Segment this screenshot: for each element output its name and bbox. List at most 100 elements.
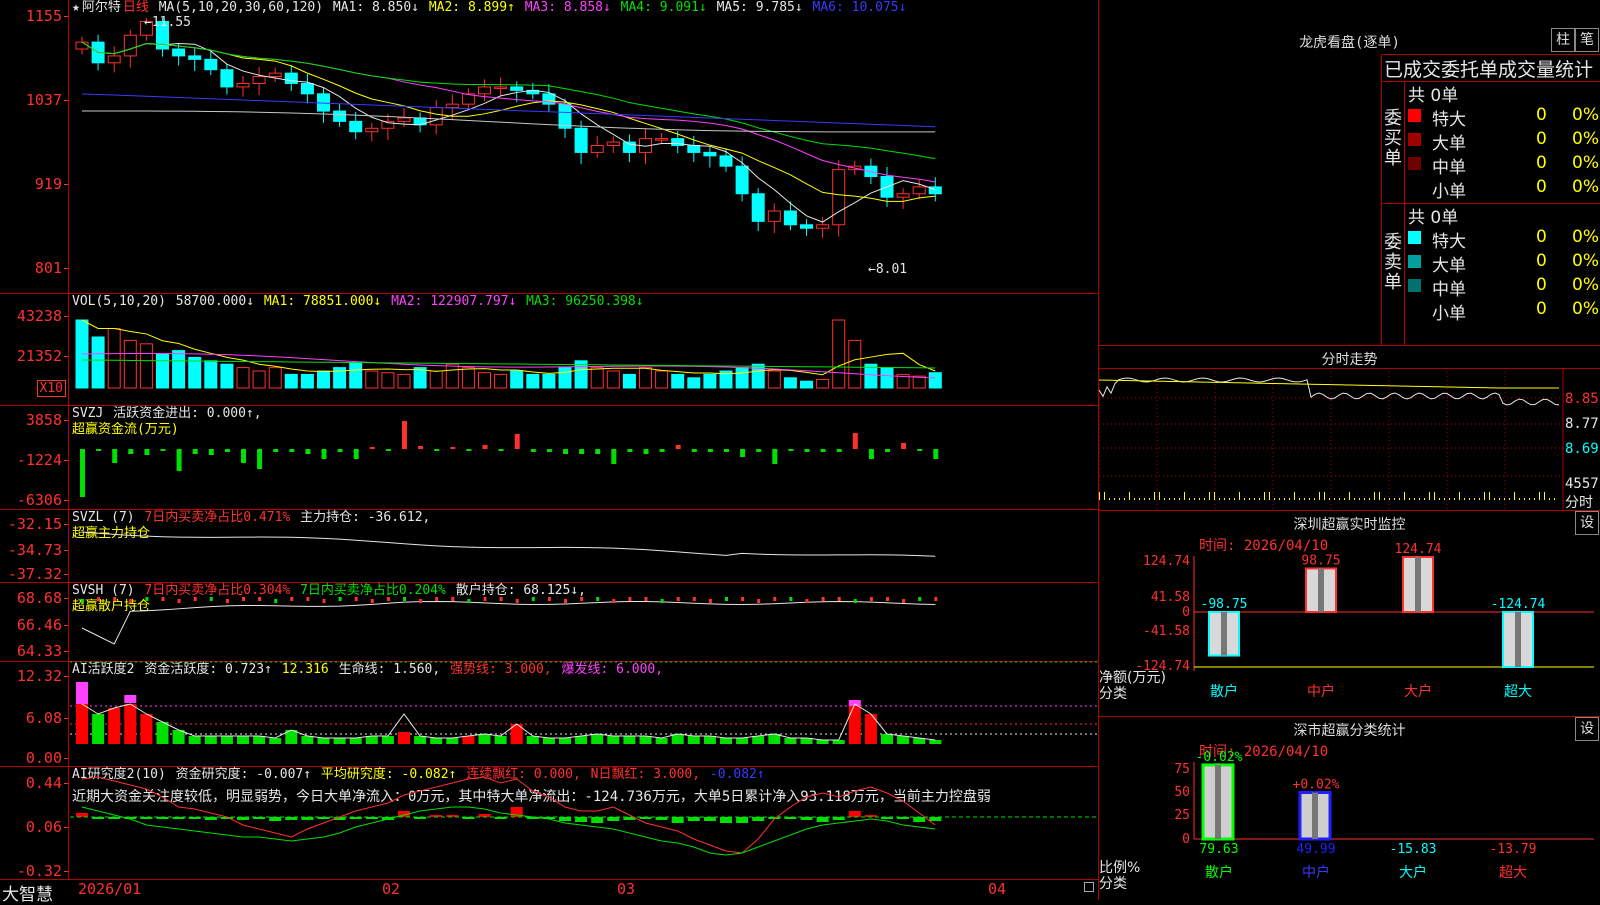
ts-vol-bar: [1524, 498, 1525, 500]
activity-bar: [269, 738, 282, 744]
retail-tick: [660, 599, 664, 603]
ai-research-panel[interactable]: 0.44 0.06 -0.32 AI研究度2(10) 资金研究度: -0.007…: [0, 767, 1098, 880]
ts-vol-bar: [1504, 498, 1505, 500]
candle: [300, 82, 314, 95]
value-label: 79.63: [1199, 842, 1238, 857]
svsh-panel[interactable]: 68.68 66.46 64.33 SVSH (7) 7日内买卖净占比0.304…: [0, 583, 1098, 662]
value-label: -13.79: [1490, 842, 1537, 857]
flow-bar: [659, 449, 665, 452]
percent-label: -0.02%: [1196, 750, 1243, 765]
flow-bar: [917, 449, 923, 451]
activity-bar: [398, 732, 410, 744]
column-toggle-button[interactable]: 柱: [1551, 28, 1575, 52]
volume-bar: [558, 367, 572, 389]
ts-vol-bar: [1464, 498, 1465, 500]
buy-total: 共 0单: [1408, 86, 1459, 106]
candle: [494, 86, 508, 89]
ts-vol-bar: [1184, 492, 1185, 500]
flow-bar: [80, 449, 85, 497]
retail-tick: [81, 599, 84, 603]
retail-tick: [225, 599, 229, 603]
flow-bar: [514, 434, 520, 449]
research-bar: [703, 817, 716, 821]
candle: [204, 58, 218, 71]
classify-panel[interactable]: 深市超赢分类统计 设 时间: 2026/04/10 75 50 25 0 -0.02% 7…: [1099, 717, 1600, 900]
activity-bar: [333, 738, 346, 744]
volume-bar: [445, 363, 459, 389]
ts-vol-bar: [1214, 492, 1215, 500]
monitor-panel[interactable]: 深圳超赢实时监控 设 时间: 2026/04/10 124.74 41.58 0 -4…: [1099, 511, 1600, 717]
retail-tick: [386, 597, 390, 601]
value-label: -98.75: [1201, 597, 1248, 612]
research-bar: [559, 817, 571, 821]
ts-vol-bar: [1099, 492, 1100, 500]
activity-bar: [752, 736, 765, 744]
flow-bar: [257, 449, 263, 469]
activity-bar: [639, 736, 652, 744]
retail-tick: [531, 597, 535, 601]
order-percent: 0%: [1572, 299, 1599, 319]
activity-bar: [720, 738, 732, 744]
volume-bar: [236, 367, 250, 389]
research-bar: [752, 817, 765, 821]
y-label: 25: [1174, 808, 1190, 823]
volume-bar: [268, 367, 282, 389]
ts-vol-bar: [1349, 492, 1350, 500]
ts-vol-bar: [1144, 498, 1145, 500]
candle: [107, 55, 121, 64]
activity-bar: [703, 736, 716, 744]
x-label: 02: [382, 880, 401, 898]
volume-bar: [156, 353, 169, 389]
ts-vol-bar: [1249, 498, 1250, 500]
flow-bar: [852, 433, 858, 449]
flow-bar: [933, 449, 939, 459]
retail-tick: [258, 597, 262, 601]
volume-bar: [188, 356, 202, 389]
flow-bar: [563, 449, 568, 454]
dragon-title: 龙虎看盘(逐单): [1299, 35, 1400, 51]
dragon-panel: 龙虎看盘(逐单) 柱 笔 已成交委托单成交量统计 委买单 委卖单 共 0单 共 …: [1099, 0, 1600, 346]
ts-vol-bar: [1484, 492, 1485, 500]
category-label: 超大: [1499, 865, 1527, 881]
ts-vol-bar: [1404, 492, 1405, 500]
svzj-panel[interactable]: 3858 -1224 -6306 SVZJ 活跃资金进出: 0.000↑, 超赢…: [0, 406, 1098, 510]
volume-panel[interactable]: 43238 21352 X10 VOL(5,10,20) 58700.000↓ …: [0, 294, 1098, 406]
ts-vol-bar: [1479, 498, 1480, 500]
order-count: 0: [1536, 275, 1547, 295]
candle: [123, 34, 137, 57]
candle: [478, 86, 491, 95]
x-axis: 大智慧 2026/01 02 03 04: [0, 880, 1098, 905]
retail-tick: [419, 599, 423, 603]
svzj-chart: [80, 421, 939, 497]
ts-vol-bar: [1369, 498, 1370, 500]
volume-bar: [461, 367, 475, 389]
activity-bar: [929, 740, 942, 744]
candle: [317, 93, 330, 112]
ts-vol-bar: [1104, 492, 1105, 500]
ai-activity-panel[interactable]: 12.32 6.08 0.00 AI活跃度2 资金活跃度: 0.723↑ 12.…: [0, 661, 1098, 767]
ts-vol-bar: [1329, 498, 1330, 500]
monitor-bar-shade: [1515, 612, 1521, 667]
ts-vol-bar: [1239, 492, 1240, 500]
flow-bar: [579, 449, 585, 454]
order-type-label: 小单: [1432, 182, 1466, 202]
volume-bar: [429, 370, 443, 389]
activity-bar: [124, 704, 137, 744]
kline-panel[interactable]: 1155 1037 919 801 ★ 阿尔特 日线 MA(5,10,20,30,6…: [0, 0, 1098, 294]
retail-tick: [708, 599, 712, 603]
flow-bar: [643, 449, 649, 454]
volume-bar: [703, 373, 717, 389]
ts-vol-bar: [1194, 498, 1195, 500]
order-percent: 0%: [1572, 105, 1599, 125]
research-bar: [76, 813, 88, 817]
sell-side-label: 委卖单: [1384, 232, 1402, 293]
avg-price-line: [1098, 379, 1559, 389]
lock-icon[interactable]: [1084, 882, 1094, 892]
retail-tick: [676, 597, 680, 601]
svzl-panel[interactable]: -32.15 -34.73 -37.32 SVZL (7) 7日内买卖净占比0.…: [0, 510, 1098, 583]
ts-vol-bar: [1314, 498, 1315, 500]
ts-vol-bar: [1544, 492, 1545, 500]
tick-toggle-button[interactable]: 笔: [1575, 28, 1599, 52]
volume-bar: [139, 343, 153, 389]
timeshare-panel[interactable]: 分时走势 8.85 8.77 8.69 4557 分时: [1098, 346, 1600, 511]
